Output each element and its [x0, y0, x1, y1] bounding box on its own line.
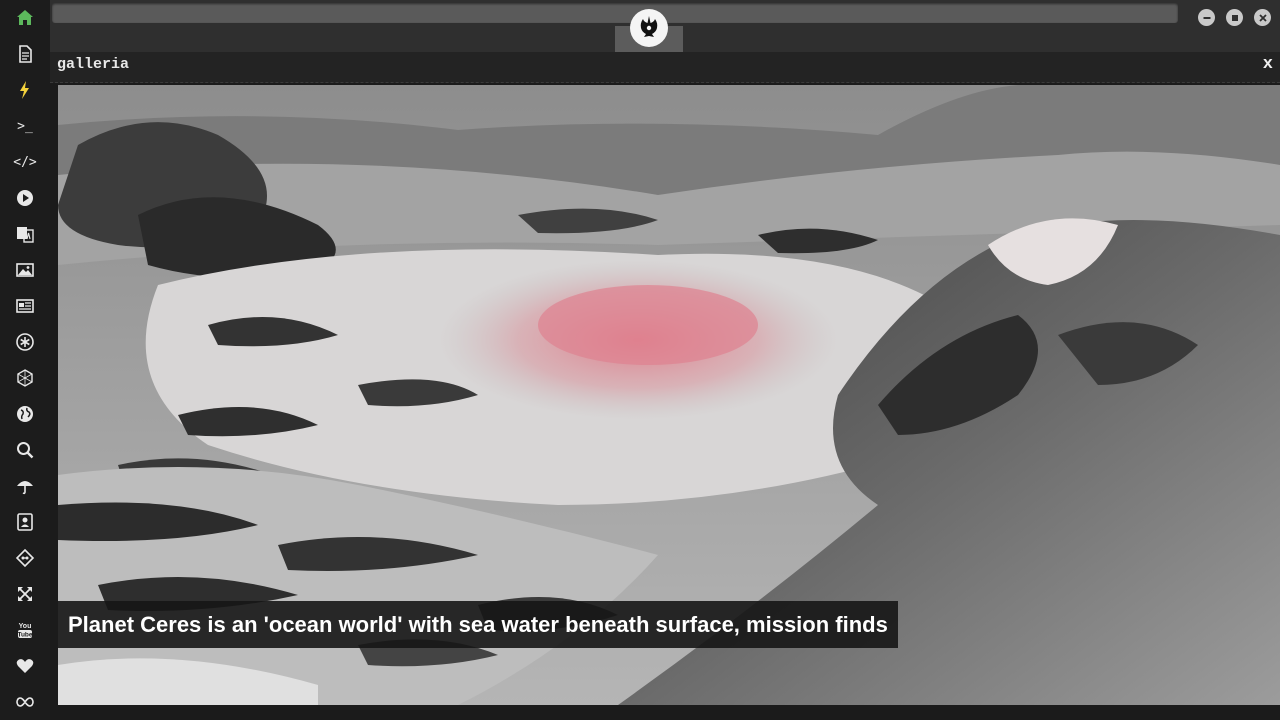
- svg-text:You: You: [19, 623, 32, 630]
- close-button[interactable]: [1254, 9, 1271, 26]
- minimize-icon: [1203, 16, 1210, 19]
- search-icon[interactable]: [13, 438, 37, 462]
- bottom-strip: [50, 705, 1280, 720]
- gallery-caption: Planet Ceres is an 'ocean world' with se…: [58, 601, 898, 648]
- image-icon[interactable]: [13, 258, 37, 282]
- sidebar: >_ </> You Tube: [0, 0, 50, 720]
- youtube-icon[interactable]: You Tube: [13, 618, 37, 642]
- home-icon[interactable]: [13, 6, 37, 30]
- close-icon: [1258, 13, 1267, 22]
- heart-icon[interactable]: [13, 654, 37, 678]
- minimize-button[interactable]: [1198, 9, 1215, 26]
- terminal-icon[interactable]: >_: [13, 114, 37, 138]
- code-label: </>: [13, 154, 37, 170]
- svg-text:Tube: Tube: [17, 632, 32, 639]
- panel-close-button[interactable]: x: [1263, 55, 1273, 74]
- asterisk-icon[interactable]: [13, 330, 37, 354]
- expand-icon[interactable]: [13, 582, 37, 606]
- maximize-icon: [1231, 14, 1238, 21]
- maximize-button[interactable]: [1226, 9, 1243, 26]
- address-bar[interactable]: [52, 3, 1178, 23]
- rebel-alliance-icon[interactable]: [630, 9, 668, 47]
- terminal-label: >_: [17, 118, 33, 134]
- newspaper-icon[interactable]: [13, 294, 37, 318]
- globe-icon[interactable]: [13, 402, 37, 426]
- code-icon[interactable]: </>: [13, 150, 37, 174]
- panel-header: galleria x: [50, 52, 1280, 83]
- hexagon-icon[interactable]: [13, 366, 37, 390]
- document-icon[interactable]: [13, 42, 37, 66]
- git-icon[interactable]: [13, 546, 37, 570]
- lightning-icon[interactable]: [13, 78, 37, 102]
- play-icon[interactable]: [13, 186, 37, 210]
- contact-icon[interactable]: [13, 510, 37, 534]
- panel-title: galleria: [57, 56, 130, 73]
- infinity-icon[interactable]: [13, 690, 37, 714]
- translate-icon[interactable]: [13, 222, 37, 246]
- umbrella-icon[interactable]: [13, 474, 37, 498]
- title-bar: [50, 0, 1280, 52]
